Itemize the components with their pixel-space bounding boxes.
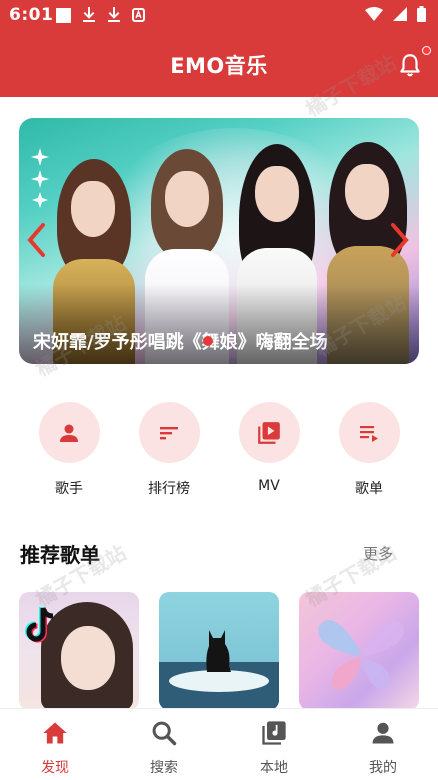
quick-nav-label: MV [258,478,280,494]
butterfly-icon [318,619,404,690]
banner-indicator-dot[interactable] [203,336,213,346]
battery-icon [417,6,426,22]
app-title: EMO音乐 [170,54,268,78]
app-header: 6:01 EMO音乐 [0,0,438,97]
quick-nav: 歌手 排行榜 MV 歌单 [0,402,438,502]
playlist-play-icon [360,425,378,442]
signal-icon [393,7,407,21]
quick-nav-circle [138,402,200,463]
quick-nav-label: 歌手 [55,481,83,497]
download-icon [83,7,95,22]
quick-nav-charts[interactable]: 排行榜 [129,402,209,498]
bottom-nav-mine[interactable]: 我的 [343,719,423,777]
status-system-icons [365,6,426,22]
home-icon [43,722,67,744]
banner-caption: 宋妍霏/罗予彤唱跳《舞娘》嗨翻全场 [33,332,328,353]
banner-carousel[interactable]: 宋妍霏/罗予彤唱跳《舞娘》嗨翻全场 [19,118,419,364]
notification-bell-icon[interactable] [397,52,423,78]
quick-nav-mv[interactable]: MV [229,402,309,494]
quick-nav-playlists[interactable]: 歌单 [329,402,409,498]
bottom-nav: 发现 搜索 本地 我的 [0,708,438,780]
bottom-nav-local[interactable]: 本地 [234,719,314,777]
quick-nav-circle [238,402,300,463]
quick-nav-circle [338,402,400,463]
video-library-icon [258,421,280,444]
status-bar: 6:01 [0,0,438,30]
more-link[interactable]: 更多 [363,543,393,564]
playlist-cover-face [61,626,115,690]
sort-list-icon [160,426,178,439]
download-icon [108,7,120,22]
bottom-nav-label: 我的 [369,760,397,776]
sparkle-icon [31,148,49,208]
quick-nav-label: 排行榜 [148,481,190,497]
bottom-nav-label: 本地 [260,760,288,776]
playlist-card[interactable] [159,592,279,710]
status-notification-icons [56,7,145,23]
tiktok-logo-icon [25,607,54,643]
quick-nav-singers[interactable]: 歌手 [29,402,109,498]
bottom-nav-label: 发现 [41,760,69,776]
profile-icon [372,722,394,744]
music-library-icon [262,721,286,745]
bottom-nav-discover[interactable]: 发现 [15,719,95,777]
notification-badge [422,46,431,55]
wifi-icon [365,7,383,21]
status-time: 6:01 [9,5,54,25]
section-title: 推荐歌单 [20,543,100,567]
bottom-nav-label: 搜索 [150,760,178,776]
banner-next-icon[interactable] [389,222,411,258]
banner-prev-icon[interactable] [25,222,47,258]
quick-nav-circle [38,402,100,463]
bottom-nav-search[interactable]: 搜索 [124,719,204,777]
notification-app-icon [56,7,71,23]
playlist-card[interactable] [299,592,419,710]
app-a-icon [132,8,145,22]
quick-nav-label: 歌单 [355,481,383,497]
playlist-card[interactable] [19,592,139,710]
search-icon [152,721,177,746]
cat-silhouette-icon [206,630,231,672]
person-icon [60,424,78,442]
